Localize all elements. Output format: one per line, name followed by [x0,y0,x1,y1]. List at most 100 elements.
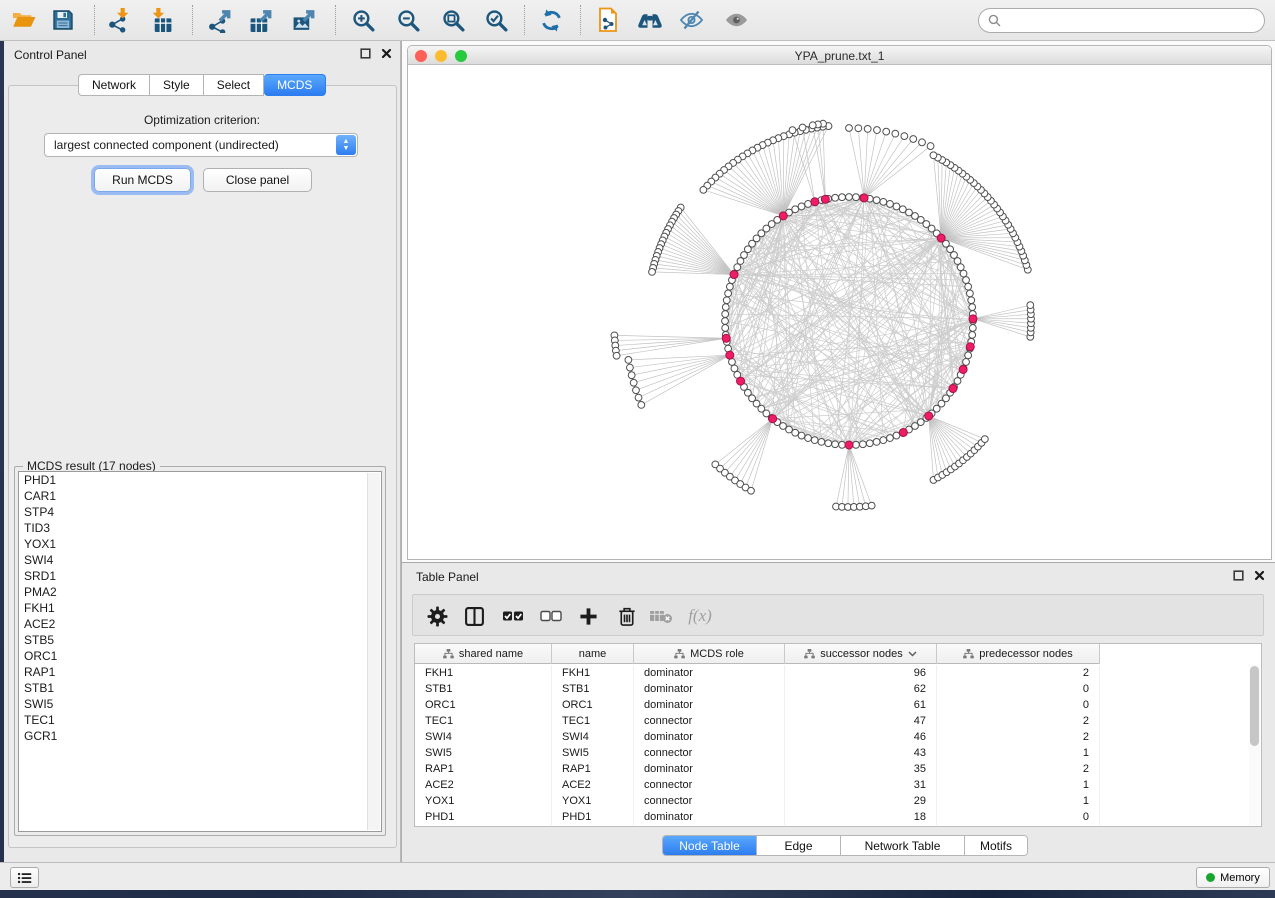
tab-style[interactable]: Style [150,74,204,96]
mcds-result-node[interactable]: ORC1 [19,648,381,664]
add-column-button[interactable] [573,601,603,631]
table-row[interactable]: TEC1TEC1connector472 [415,713,1261,729]
hide-selected-button[interactable] [673,3,709,37]
close-panel-icon[interactable] [1254,570,1265,581]
mcds-result-node[interactable]: GCR1 [19,728,381,744]
table-row[interactable]: YOX1YOX1connector291 [415,793,1261,809]
delete-column-button[interactable] [612,601,642,631]
mcds-result-node[interactable]: YOX1 [19,536,381,552]
mcds-result-node[interactable]: STB1 [19,680,381,696]
table-row[interactable]: ORC1ORC1dominator610 [415,697,1261,713]
cell-predecessor_nodes: 2 [937,729,1100,745]
save-session-button[interactable] [45,3,81,37]
zoom-in-button[interactable] [345,3,381,37]
mcds-result-node[interactable]: PHD1 [19,472,381,488]
mcds-result-node[interactable]: RAP1 [19,664,381,680]
table-row[interactable]: SWI5SWI5connector431 [415,745,1261,761]
float-panel-icon[interactable] [360,48,371,59]
network-from-file-icon [596,7,620,33]
export-image-icon [291,8,317,33]
mcds-result-node[interactable]: FKH1 [19,600,381,616]
table-row[interactable]: PHD1PHD1dominator180 [415,809,1261,825]
export-image-button[interactable] [286,3,322,37]
table-row[interactable]: STB1STB1dominator620 [415,681,1261,697]
find-network-button[interactable] [632,3,668,37]
column-header-successor-nodes[interactable]: successor nodes [785,644,937,664]
import-table-from-file-button[interactable] [143,3,179,37]
save-icon [51,8,75,32]
network-graph [408,65,1272,560]
select-all-rows-button[interactable] [498,601,528,631]
cell-shared_name: FKH1 [415,665,552,681]
column-header-predecessor-nodes[interactable]: predecessor nodes [937,644,1100,664]
export-table-button[interactable] [243,3,279,37]
search-input[interactable] [1001,13,1255,29]
cell-shared_name: TEC1 [415,713,552,729]
tab-network[interactable]: Network [78,74,150,96]
cell-name: YOX1 [552,793,634,809]
zoom-fit-icon [441,8,466,33]
mcds-result-node[interactable]: CAR1 [19,488,381,504]
mcds-result-node[interactable]: SRD1 [19,568,381,584]
table-scrollbar-thumb[interactable] [1250,666,1259,746]
cell-predecessor_nodes: 0 [937,681,1100,697]
cell-predecessor_nodes: 2 [937,665,1100,681]
mcds-result-node[interactable]: STP4 [19,504,381,520]
tab-mcds[interactable]: MCDS [264,74,326,96]
mcds-result-node[interactable]: SWI4 [19,552,381,568]
import-network-icon [105,8,131,33]
zoom-fit-button[interactable] [435,3,471,37]
show-columns-button[interactable] [459,601,489,631]
export-network-icon [207,8,233,33]
network-window-titlebar[interactable]: YPA_prune.txt_1 [408,46,1271,65]
new-network-from-file-button[interactable] [590,3,626,37]
cell-successor_nodes: 35 [785,761,937,777]
cell-predecessor_nodes: 2 [937,761,1100,777]
mcds-result-node[interactable]: STB5 [19,632,381,648]
import-network-from-file-button[interactable] [100,3,136,37]
column-header-name[interactable]: name [552,644,634,664]
column-header-shared-name[interactable]: shared name [415,644,552,664]
table-row[interactable]: SWI4SWI4dominator462 [415,729,1261,745]
result-list-scrollbar[interactable] [367,473,380,830]
zoom-selected-button[interactable] [478,3,514,37]
column-header-MCDS-role[interactable]: MCDS role [634,644,785,664]
table-scrollbar[interactable] [1249,665,1260,825]
mcds-result-node[interactable]: TID3 [19,520,381,536]
open-file-button[interactable] [6,3,42,37]
optimization-criterion-select[interactable]: largest connected component (undirected)… [44,133,358,157]
tab-network-table[interactable]: Network Table [841,836,965,855]
tab-select[interactable]: Select [204,74,264,96]
tab-motifs[interactable]: Motifs [965,836,1027,855]
network-canvas[interactable] [408,65,1271,559]
tab-node-table[interactable]: Node Table [663,836,757,855]
tab-edge-table[interactable]: Edge Table [757,836,841,855]
mcds-result-node[interactable]: SWI5 [19,696,381,712]
column-namespace-icon [443,649,454,659]
cell-successor_nodes: 96 [785,665,937,681]
mcds-result-list[interactable]: PHD1CAR1STP4TID3YOX1SWI4SRD1PMA2FKH1ACE2… [18,471,382,832]
apply-layout-button[interactable] [533,3,569,37]
table-options-button[interactable] [422,601,452,631]
close-panel-button[interactable]: Close panel [203,168,312,192]
zoom-out-button[interactable] [390,3,426,37]
run-mcds-button[interactable]: Run MCDS [94,168,191,192]
cell-shared_name: ORC1 [415,697,552,713]
deselect-all-rows-button[interactable] [536,601,566,631]
mcds-result-node[interactable]: PMA2 [19,584,381,600]
table-row[interactable]: RAP1RAP1dominator352 [415,761,1261,777]
show-all-button[interactable] [718,3,754,37]
mcds-result-node[interactable]: TEC1 [19,712,381,728]
automation-panel-button[interactable] [10,867,39,888]
table-row[interactable]: FKH1FKH1dominator962 [415,665,1261,681]
float-panel-icon[interactable] [1233,570,1244,581]
cell-mcds_role: dominator [634,729,785,745]
cell-mcds_role: connector [634,777,785,793]
optimization-criterion-label: Optimization criterion: [4,113,400,127]
mcds-result-node[interactable]: ACE2 [19,616,381,632]
close-panel-icon[interactable] [381,48,392,59]
function-builder-button: f(x) [685,601,715,631]
export-network-button[interactable] [202,3,238,37]
memory-button[interactable]: Memory [1196,867,1270,888]
table-row[interactable]: ACE2ACE2connector311 [415,777,1261,793]
